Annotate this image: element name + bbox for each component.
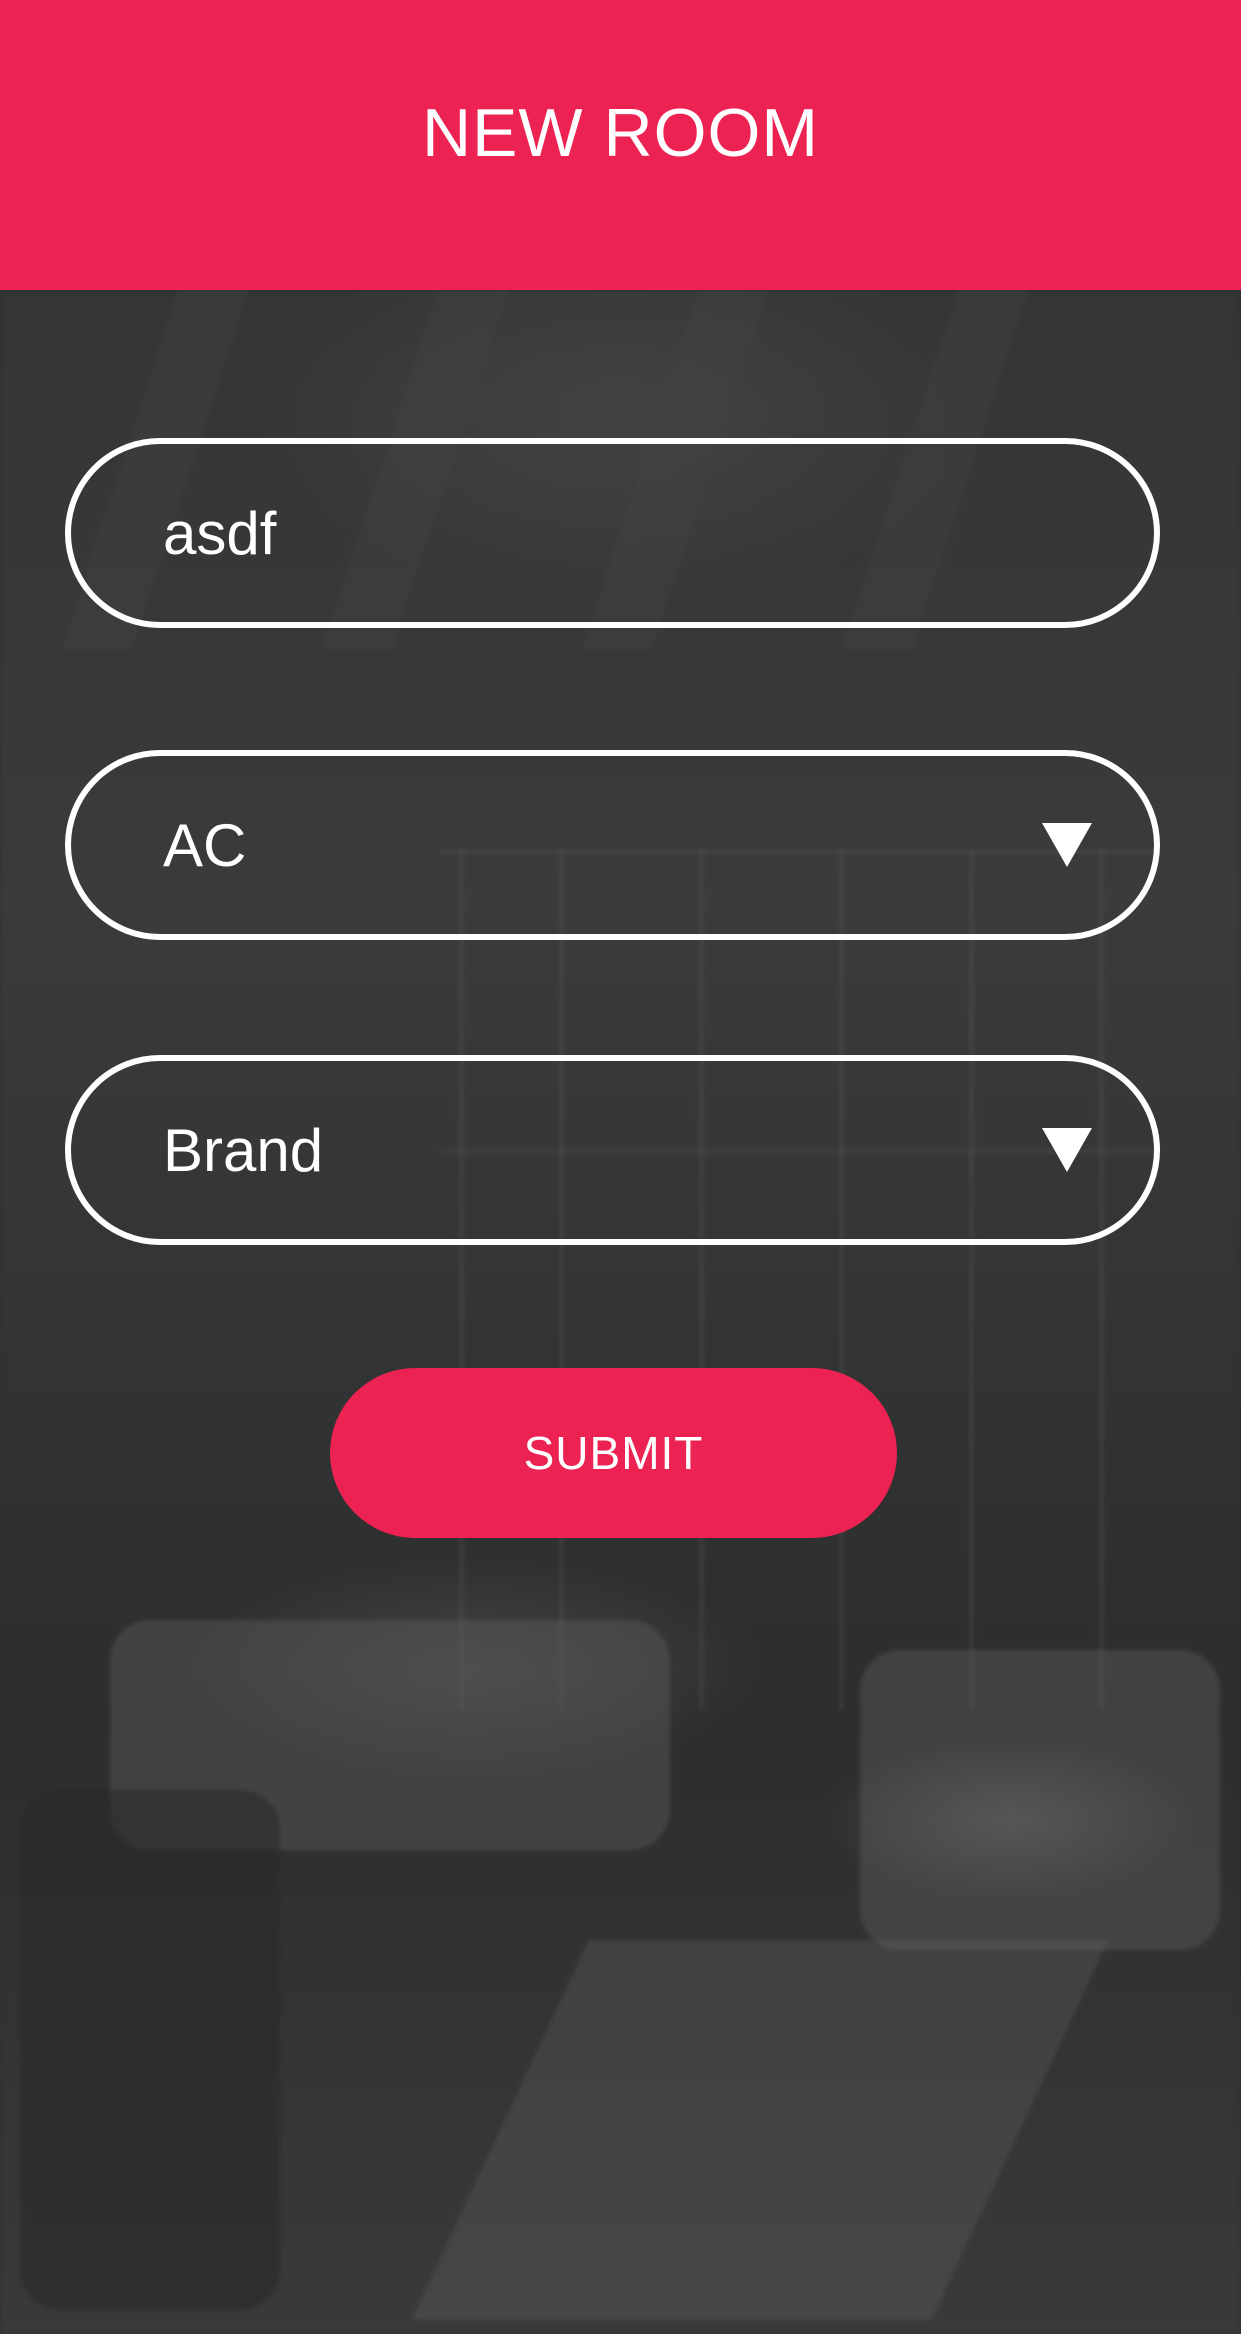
rug-shape: [411, 1940, 1109, 2320]
device-type-select[interactable]: AC: [65, 750, 1160, 940]
submit-button[interactable]: SUBMIT: [330, 1368, 897, 1538]
new-room-screen: NEW ROOM asdf AC Brand SUBMIT: [0, 0, 1241, 2334]
room-name-value: asdf: [163, 499, 277, 567]
window-frame: [460, 850, 463, 1710]
window-frame: [970, 850, 973, 1710]
chair-shape: [20, 1790, 280, 2310]
window-frame: [1100, 850, 1103, 1710]
brand-value: Brand: [163, 1116, 324, 1184]
room-name-input[interactable]: asdf: [65, 438, 1160, 628]
window-frame: [840, 850, 843, 1710]
app-header: NEW ROOM: [0, 0, 1241, 290]
caret-down-icon: [1042, 1128, 1092, 1172]
brand-select[interactable]: Brand: [65, 1055, 1160, 1245]
page-title: NEW ROOM: [421, 95, 820, 171]
caret-down-icon: [1042, 823, 1092, 867]
window-frame: [700, 850, 703, 1710]
window-frame: [560, 850, 563, 1710]
submit-label: SUBMIT: [523, 1427, 704, 1479]
sofa-shape: [860, 1650, 1220, 1950]
device-type-value: AC: [163, 811, 247, 879]
